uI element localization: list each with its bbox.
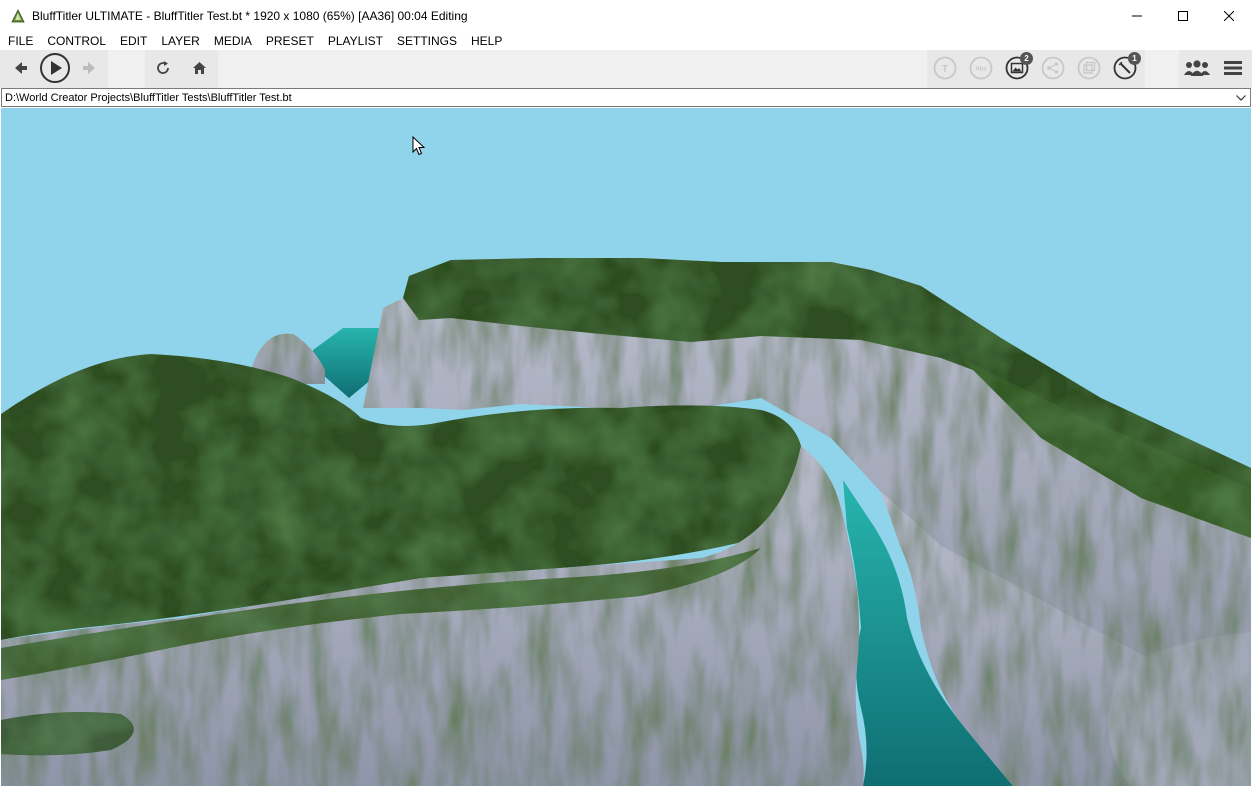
refresh-button[interactable] [150,50,176,88]
home-icon [192,61,207,78]
abc-layer-icon: Abc [969,56,993,83]
copy-layer-icon [1077,56,1101,83]
menu-settings[interactable]: SETTINGS [397,34,457,48]
arrow-right-icon [82,61,96,78]
file-path-combobox[interactable]: D:\World Creator Projects\BluffTitler Te… [1,88,1251,107]
refresh-icon [155,60,171,79]
title-bar: BluffTitler ULTIMATE - BluffTitler Test.… [0,0,1252,31]
people-icon [1183,59,1211,80]
hamburger-icon [1224,60,1242,79]
menu-edit[interactable]: EDIT [120,34,147,48]
share-button[interactable] [1039,50,1067,88]
close-button[interactable] [1206,0,1252,31]
abc-layer-button[interactable]: Abc [967,50,995,88]
terrain-scene [1,108,1251,786]
text-layer-icon: T [933,56,957,83]
effect-layer-button[interactable]: 1 [1111,50,1141,88]
menu-media[interactable]: MEDIA [214,34,252,48]
menu-preset[interactable]: PRESET [266,34,314,48]
media-count-badge: 2 [1020,52,1033,65]
mouse-cursor-icon [412,135,426,159]
copy-layer-button[interactable] [1075,50,1103,88]
main-menu-button[interactable] [1219,50,1247,88]
share-icon [1041,56,1065,83]
text-layer-button[interactable]: T [931,50,959,88]
back-button[interactable] [8,50,34,88]
menu-file[interactable]: FILE [8,34,33,48]
community-button[interactable] [1181,50,1213,88]
window-title: BluffTitler ULTIMATE - BluffTitler Test.… [32,8,468,23]
app-logo-icon [10,8,26,24]
maximize-button[interactable] [1160,0,1206,31]
menu-bar: FILE CONTROL EDIT LAYER MEDIA PRESET PLA… [0,31,1252,50]
media-layer-button[interactable]: 2 [1003,50,1033,88]
menu-help[interactable]: HELP [471,34,502,48]
render-viewport[interactable] [1,108,1251,786]
forward-button[interactable] [76,50,102,88]
svg-text:T: T [942,64,948,75]
play-circle-icon [39,52,71,87]
menu-playlist[interactable]: PLAYLIST [328,34,383,48]
toolbar: T Abc 2 1 [0,50,1252,88]
svg-text:Abc: Abc [975,66,987,72]
menu-layer[interactable]: LAYER [161,34,199,48]
minimize-button[interactable] [1114,0,1160,31]
arrow-left-icon [14,61,28,78]
menu-control[interactable]: CONTROL [47,34,106,48]
file-path-text: D:\World Creator Projects\BluffTitler Te… [5,91,292,104]
home-button[interactable] [186,50,212,88]
chevron-down-icon[interactable] [1234,91,1248,105]
play-button[interactable] [38,50,72,88]
effect-count-badge: 1 [1128,52,1141,65]
